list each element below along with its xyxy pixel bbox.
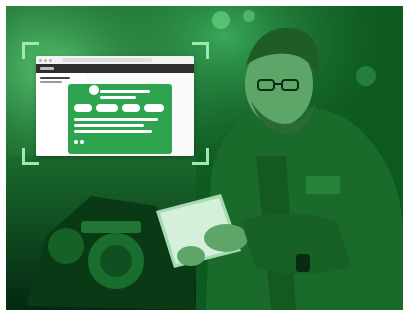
message-card bbox=[68, 84, 172, 154]
option-pill bbox=[144, 104, 164, 112]
indicator-dot bbox=[74, 140, 78, 144]
window-maximize-icon bbox=[49, 59, 52, 62]
window-minimize-icon bbox=[44, 59, 47, 62]
message-line bbox=[74, 124, 144, 127]
sidebar-line bbox=[40, 81, 62, 83]
option-pill bbox=[122, 104, 140, 112]
window-close-icon bbox=[39, 59, 42, 62]
window-titlebar bbox=[36, 56, 194, 64]
app-header bbox=[36, 64, 194, 73]
address-bar bbox=[62, 58, 152, 62]
sidebar-line bbox=[40, 77, 70, 79]
message-line bbox=[74, 118, 158, 121]
option-pill bbox=[74, 104, 92, 112]
option-pill bbox=[96, 104, 118, 112]
frame-corner-top-right bbox=[192, 42, 209, 59]
message-line bbox=[100, 96, 136, 99]
message-line bbox=[100, 90, 150, 93]
avatar-icon bbox=[88, 84, 100, 96]
frame-corner-bottom-right bbox=[192, 148, 209, 165]
hero-image-frame bbox=[6, 6, 403, 310]
message-line bbox=[74, 130, 152, 133]
indicator-dot bbox=[80, 140, 84, 144]
brand-logo bbox=[40, 67, 54, 70]
